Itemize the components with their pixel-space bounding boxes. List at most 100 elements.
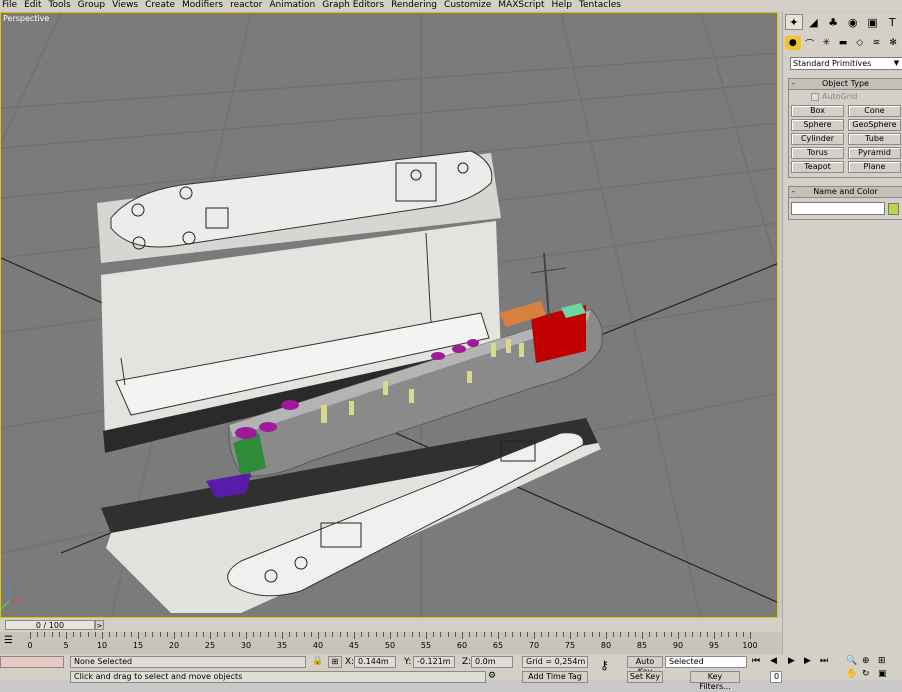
- teapot-button[interactable]: Teapot: [791, 161, 844, 173]
- previous-frame-icon[interactable]: ◀: [770, 656, 777, 666]
- grid-size-field: Grid = 0,254m: [522, 656, 588, 668]
- checkbox-icon[interactable]: [811, 92, 819, 101]
- rollout-toggle[interactable]: -: [792, 187, 795, 197]
- object-type-header[interactable]: - Object Type: [789, 79, 902, 90]
- sphere-button[interactable]: Sphere: [791, 119, 844, 131]
- name-color-header[interactable]: - Name and Color: [789, 187, 902, 198]
- object-name-field[interactable]: [791, 202, 885, 215]
- orbit-icon[interactable]: ↻: [862, 669, 870, 679]
- y-coordinate-field[interactable]: -0.121m: [413, 656, 455, 668]
- add-time-tag-button[interactable]: Add Time Tag: [522, 671, 588, 683]
- next-frame-arrow-icon[interactable]: >: [95, 620, 104, 630]
- track-tick: [368, 632, 370, 637]
- chevron-down-icon[interactable]: ▼: [892, 58, 901, 69]
- menu-group[interactable]: Group: [78, 0, 110, 11]
- menu-tools[interactable]: Tools: [49, 0, 76, 11]
- track-tick: [123, 632, 125, 637]
- track-tick: [598, 632, 600, 637]
- maximize-viewport-icon[interactable]: ▣: [878, 669, 887, 679]
- geometry-icon[interactable]: ●: [785, 36, 801, 50]
- utilities-tab-icon[interactable]: T: [883, 14, 901, 30]
- rollout-toggle[interactable]: -: [792, 79, 795, 89]
- track-tick: [58, 632, 60, 637]
- tube-button[interactable]: Tube: [848, 133, 901, 145]
- time-slider[interactable]: 0 / 100: [5, 620, 95, 630]
- current-frame-field[interactable]: 0: [770, 671, 782, 683]
- track-tick: [303, 632, 305, 637]
- menu-help[interactable]: Help: [551, 0, 577, 11]
- lock-icon[interactable]: 🔒: [312, 656, 323, 666]
- shapes-icon[interactable]: ⌒: [802, 36, 818, 50]
- systems-icon[interactable]: ✻: [885, 36, 901, 50]
- hierarchy-tab-icon[interactable]: ♣: [824, 14, 842, 30]
- track-tick-label: 50: [384, 641, 396, 650]
- menu-maxscript[interactable]: MAXScript: [498, 0, 549, 11]
- track-tick: [231, 632, 233, 637]
- track-tick: [145, 632, 147, 637]
- object-color-swatch[interactable]: [888, 202, 899, 215]
- go-to-end-icon[interactable]: ⏭: [820, 656, 828, 666]
- menu-reactor[interactable]: reactor: [230, 0, 267, 11]
- track-tick: [282, 632, 283, 639]
- track-tick: [80, 632, 82, 637]
- go-to-start-icon[interactable]: ⏮: [752, 656, 760, 666]
- track-tick: [44, 632, 46, 637]
- menu-customize[interactable]: Customize: [444, 0, 496, 11]
- track-tick: [116, 632, 118, 637]
- track-bar[interactable]: ☰ 0 5 10 15 20 25 30 35 40 45 50 55 60 65 70 75 80 85 90 95…: [0, 632, 782, 654]
- play-icon[interactable]: ▶: [788, 656, 795, 666]
- key-filters-button[interactable]: Key Filters...: [690, 671, 740, 691]
- z-coordinate-field[interactable]: 0.0m: [471, 656, 513, 668]
- zoom-icon[interactable]: 🔍: [846, 656, 857, 666]
- lights-icon[interactable]: ✳: [818, 36, 834, 50]
- menu-edit[interactable]: Edit: [24, 0, 46, 11]
- curve-editor-icon[interactable]: ☰: [4, 635, 13, 646]
- menu-views[interactable]: Views: [112, 0, 143, 11]
- menu-rendering[interactable]: Rendering: [391, 0, 442, 11]
- plane-button[interactable]: Plane: [848, 161, 901, 173]
- viewport-label[interactable]: Perspective: [3, 14, 49, 23]
- pyramid-button[interactable]: Pyramid: [848, 147, 901, 159]
- cone-button[interactable]: Cone: [848, 105, 901, 117]
- auto-key-button[interactable]: Auto Key: [627, 656, 663, 676]
- track-tick: [519, 632, 521, 637]
- menu-tentacles[interactable]: Tentacles: [579, 0, 626, 11]
- next-frame-icon[interactable]: ▶: [804, 656, 811, 666]
- autogrid-checkbox[interactable]: AutoGrid: [811, 92, 902, 101]
- category-dropdown[interactable]: Standard Primitives ▼: [790, 57, 902, 70]
- create-tab-icon[interactable]: ✦: [785, 14, 803, 30]
- menu-create[interactable]: Create: [145, 0, 180, 11]
- torus-button[interactable]: Torus: [791, 147, 844, 159]
- box-button[interactable]: Box: [791, 105, 844, 117]
- menu-file[interactable]: File: [2, 0, 22, 11]
- zoom-extents-icon[interactable]: ⊞: [878, 656, 886, 666]
- spacewarps-icon[interactable]: ≋: [869, 36, 885, 50]
- key-mode-dropdown[interactable]: Selected: [665, 656, 747, 668]
- menu-graph-editors[interactable]: Graph Editors: [322, 0, 389, 11]
- absolute-mode-icon[interactable]: ⊞: [328, 656, 342, 668]
- command-panel: ✦ ◢ ♣ ◉ ▣ T ● ⌒ ✳ ▬ ◇ ≋ ✻ Standard Primi…: [782, 12, 902, 680]
- pan-icon[interactable]: ✋: [846, 669, 857, 679]
- x-coordinate-field[interactable]: 0.144m: [354, 656, 396, 668]
- track-ticks: 0 5 10 15 20 25 30 35 40 45 50 55 60 65 70 75 80 85 90 95 10…: [27, 632, 758, 654]
- modify-tab-icon[interactable]: ◢: [805, 14, 823, 30]
- set-key-button[interactable]: Set Key: [627, 671, 663, 683]
- zoom-all-icon[interactable]: ⊕: [862, 656, 870, 666]
- menu-animation[interactable]: Animation: [269, 0, 320, 11]
- cameras-icon[interactable]: ▬: [835, 36, 851, 50]
- track-tick: [390, 632, 391, 639]
- key-icon[interactable]: ⚷: [600, 658, 609, 672]
- track-tick: [649, 632, 651, 637]
- track-tick: [692, 632, 694, 637]
- display-tab-icon[interactable]: ▣: [864, 14, 882, 30]
- perspective-viewport[interactable]: Perspective: [0, 12, 778, 618]
- maxscript-listener-box[interactable]: [0, 656, 64, 668]
- helpers-icon[interactable]: ◇: [852, 36, 868, 50]
- track-tick: [577, 632, 579, 637]
- cylinder-button[interactable]: Cylinder: [791, 133, 844, 145]
- time-slider-bar: 0 / 100 >: [0, 618, 782, 632]
- motion-tab-icon[interactable]: ◉: [844, 14, 862, 30]
- geosphere-button[interactable]: GeoSphere: [848, 119, 901, 131]
- menu-modifiers[interactable]: Modifiers: [182, 0, 228, 11]
- track-tick: [318, 632, 319, 639]
